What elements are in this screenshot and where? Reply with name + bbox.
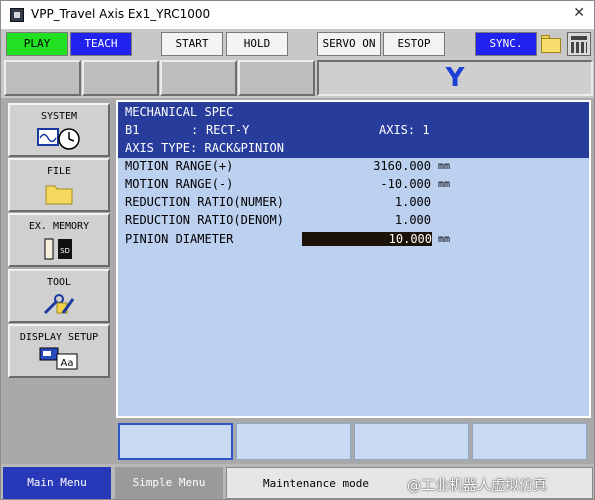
bottom-bar: Main Menu Simple Menu Maintenance mode @… — [0, 464, 595, 500]
spec-header: MECHANICAL SPEC B1 : RECT-Y AXIS: 1 AXIS… — [118, 102, 589, 158]
function-button-row — [116, 420, 591, 462]
menu-display-setup-label: DISPLAY SETUP — [19, 332, 99, 343]
watermark-text: @工业机器人虚拟仿真 — [407, 478, 547, 494]
spec-axis-number: AXIS: 1 — [379, 123, 430, 137]
function-button-4[interactable] — [472, 423, 587, 460]
menu-system-button[interactable]: SYSTEM — [8, 103, 110, 157]
calculator-icon[interactable] — [567, 32, 591, 56]
display-setup-icon: Aa — [39, 347, 78, 370]
function-button-3[interactable] — [354, 423, 469, 460]
sd-card-label: SD — [60, 247, 70, 255]
spec-row-value[interactable]: 3160.000 — [341, 159, 431, 173]
spec-row-unit: mm — [438, 161, 451, 172]
spec-row-unit: mm — [438, 234, 451, 245]
servo-on-button[interactable]: SERVO ON — [317, 32, 381, 56]
spec-axis-type: AXIS TYPE: RACK&PINION — [125, 141, 284, 155]
window-title: VPP_Travel Axis Ex1_YRC1000 — [31, 7, 211, 21]
spec-row-value[interactable]: 1.000 — [341, 213, 431, 227]
spec-title: MECHANICAL SPEC — [125, 105, 234, 119]
folder-icon[interactable] — [540, 32, 562, 56]
system-icon — [37, 128, 80, 150]
menu-file-label: FILE — [46, 166, 72, 177]
mechanical-spec-panel: MECHANICAL SPEC B1 : RECT-Y AXIS: 1 AXIS… — [116, 100, 591, 418]
teach-button[interactable]: TEACH — [70, 32, 132, 56]
play-button[interactable]: PLAY — [6, 32, 68, 56]
tool-icon — [43, 294, 75, 315]
function-button-1[interactable] — [118, 423, 233, 460]
menu-display-setup-button[interactable]: DISPLAY SETUP Aa — [8, 324, 110, 378]
aa-label: Aa — [61, 358, 74, 369]
main-menu-button[interactable]: Main Menu — [3, 467, 111, 499]
close-icon[interactable]: ✕ — [573, 5, 585, 21]
axis-display: Y — [317, 60, 593, 96]
spec-row-value[interactable]: -10.000 — [341, 177, 431, 191]
status-slot-4[interactable] — [238, 60, 315, 96]
estop-button[interactable]: ESTOP — [383, 32, 445, 56]
spec-row-label: REDUCTION RATIO(DENOM) — [125, 213, 284, 227]
status-slot-1[interactable] — [4, 60, 81, 96]
axis-letter: Y — [445, 63, 465, 93]
app-icon — [10, 8, 24, 22]
top-toolbar: PLAY TEACH START HOLD SERVO ON ESTOP SYN… — [0, 29, 595, 58]
simple-menu-button[interactable]: Simple Menu — [115, 467, 223, 499]
window-titlebar: VPP_Travel Axis Ex1_YRC1000 ✕ — [0, 0, 595, 29]
start-button[interactable]: START — [161, 32, 223, 56]
menu-file-button[interactable]: FILE — [8, 158, 110, 212]
status-bar: Y — [0, 58, 595, 98]
menu-tool-label: TOOL — [46, 277, 72, 288]
menu-system-label: SYSTEM — [40, 111, 78, 122]
function-button-2[interactable] — [236, 423, 351, 460]
spec-group: B1 — [125, 123, 140, 137]
menu-ex-memory-button[interactable]: EX. MEMORY SD — [8, 213, 110, 267]
status-slot-2[interactable] — [82, 60, 159, 96]
spec-row-value[interactable]: 1.000 — [341, 195, 431, 209]
sync-button[interactable]: SYNC. — [475, 32, 537, 56]
menu-tool-button[interactable]: TOOL — [8, 269, 110, 323]
spec-row-label: REDUCTION RATIO(NUMER) — [125, 195, 284, 209]
mode-text: Maintenance mode — [263, 477, 369, 490]
spec-row-label: MOTION RANGE(+) — [125, 159, 234, 173]
hold-button[interactable]: HOLD — [226, 32, 288, 56]
status-slot-3[interactable] — [160, 60, 237, 96]
menu-ex-memory-label: EX. MEMORY — [28, 221, 90, 232]
spec-row-value-selected[interactable]: 10.000 — [302, 232, 432, 246]
spec-row-unit: mm — [438, 179, 451, 190]
file-folder-icon — [45, 185, 73, 205]
spec-row-label: MOTION RANGE(-) — [125, 177, 234, 191]
mode-display: Maintenance mode @工业机器人虚拟仿真 — [226, 467, 593, 499]
spec-row-label: PINION DIAMETER — [125, 232, 234, 246]
spec-axis-name: RECT-Y — [206, 123, 250, 137]
sd-card-icon: SD — [44, 238, 72, 260]
spec-group-separator: : — [191, 123, 199, 137]
